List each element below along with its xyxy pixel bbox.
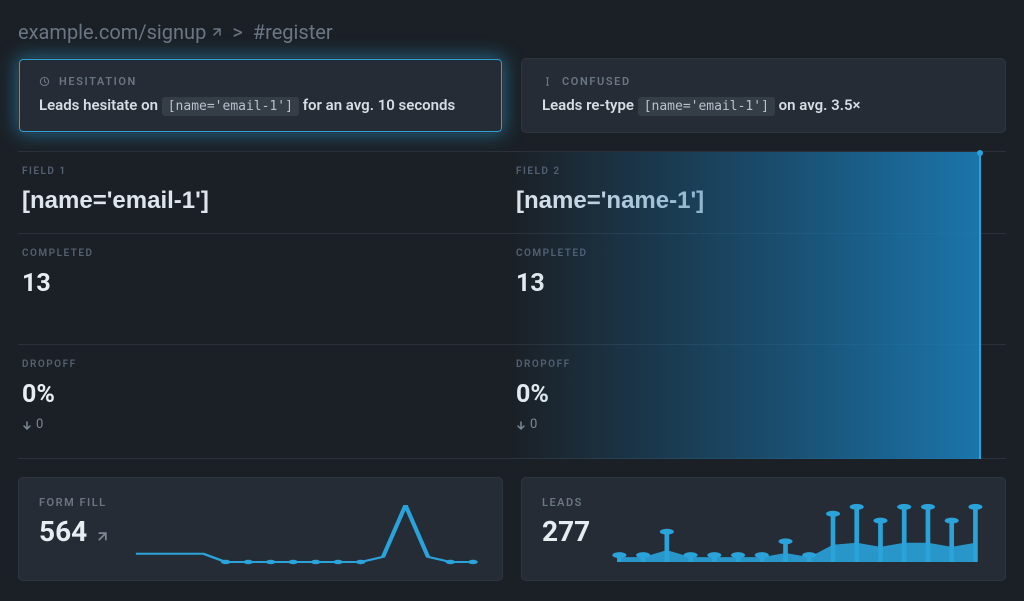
text-cursor-icon <box>542 76 554 88</box>
sparkline-leads <box>610 496 985 566</box>
card-title-text: CONFUSED <box>562 75 631 88</box>
metric-delta-value: 0 <box>36 417 43 432</box>
sparkline-form-fill <box>127 496 482 566</box>
tile-label: FORM FILL <box>39 496 107 509</box>
field-chip: [name='email-1'] <box>162 97 299 116</box>
card-body: Leads hesitate on [name='email-1'] for a… <box>39 96 482 114</box>
arrow-down-icon <box>22 420 32 430</box>
metric-label: COMPLETED <box>22 248 508 259</box>
metric-label: FIELD 2 <box>516 166 1002 177</box>
external-link-icon[interactable] <box>210 20 222 32</box>
breadcrumb-anchor: #register <box>253 20 333 44</box>
tile-label: LEADS <box>542 496 590 509</box>
tile-value-number: 564 <box>39 515 87 548</box>
metrics-grid: FIELD 1 [name='email-1'] COMPLETED 13 DR… <box>18 151 1006 459</box>
clock-icon <box>39 76 51 88</box>
metric-delta: 0 <box>516 417 1002 432</box>
card-title: HESITATION <box>39 75 482 88</box>
insight-text-prefix: Leads hesitate on <box>39 96 158 114</box>
metric-value: [name='email-1'] <box>22 187 508 215</box>
tile-form-fill[interactable]: FORM FILL 564 <box>18 477 503 581</box>
metric-delta: 0 <box>22 417 508 432</box>
insight-card-confused[interactable]: CONFUSED Leads re-type [name='email-1'] … <box>521 58 1006 133</box>
tile-value-number: 277 <box>542 515 590 548</box>
metric-value: 13 <box>22 269 508 298</box>
card-title: CONFUSED <box>542 75 985 88</box>
metric-delta-value: 0 <box>530 417 537 432</box>
metric-label: COMPLETED <box>516 248 1002 259</box>
tile-value: 277 <box>542 515 590 548</box>
field-column-2: FIELD 2 [name='name-1'] COMPLETED 13 DRO… <box>512 152 1006 459</box>
metric-label: FIELD 1 <box>22 166 508 177</box>
metric-field-name: FIELD 1 [name='email-1'] <box>18 152 512 234</box>
metric-value: 0% <box>516 380 1002 409</box>
tile-value: 564 <box>39 515 107 548</box>
breadcrumb-separator: > <box>232 20 242 44</box>
metric-completed: COMPLETED 13 <box>512 234 1006 345</box>
metric-value: 0% <box>22 380 508 409</box>
metric-value: 13 <box>516 269 1002 298</box>
metric-completed: COMPLETED 13 <box>18 234 512 345</box>
insight-text-prefix: Leads re-type <box>542 96 634 114</box>
metric-dropoff: DROPOFF 0% 0 <box>512 345 1006 459</box>
insight-text-suffix: for an avg. 10 seconds <box>303 96 456 114</box>
arrow-down-icon <box>516 420 526 430</box>
metric-label: DROPOFF <box>22 359 508 370</box>
field-column-1: FIELD 1 [name='email-1'] COMPLETED 13 DR… <box>18 152 512 459</box>
external-link-icon[interactable] <box>95 518 107 530</box>
breadcrumb-path[interactable]: example.com/signup <box>18 20 206 44</box>
metric-label: DROPOFF <box>516 359 1002 370</box>
breadcrumb: example.com/signup > #register <box>0 0 1024 58</box>
metric-dropoff: DROPOFF 0% 0 <box>18 345 512 459</box>
card-body: Leads re-type [name='email-1'] on avg. 3… <box>542 96 985 114</box>
metric-field-name: FIELD 2 [name='name-1'] <box>512 152 1006 234</box>
tile-leads[interactable]: LEADS 277 <box>521 477 1006 581</box>
card-title-text: HESITATION <box>59 75 137 88</box>
insight-card-hesitation[interactable]: HESITATION Leads hesitate on [name='emai… <box>18 58 503 133</box>
field-chip: [name='email-1'] <box>638 97 775 116</box>
insight-text-suffix: on avg. 3.5× <box>779 96 861 114</box>
metric-value: [name='name-1'] <box>516 187 1002 215</box>
